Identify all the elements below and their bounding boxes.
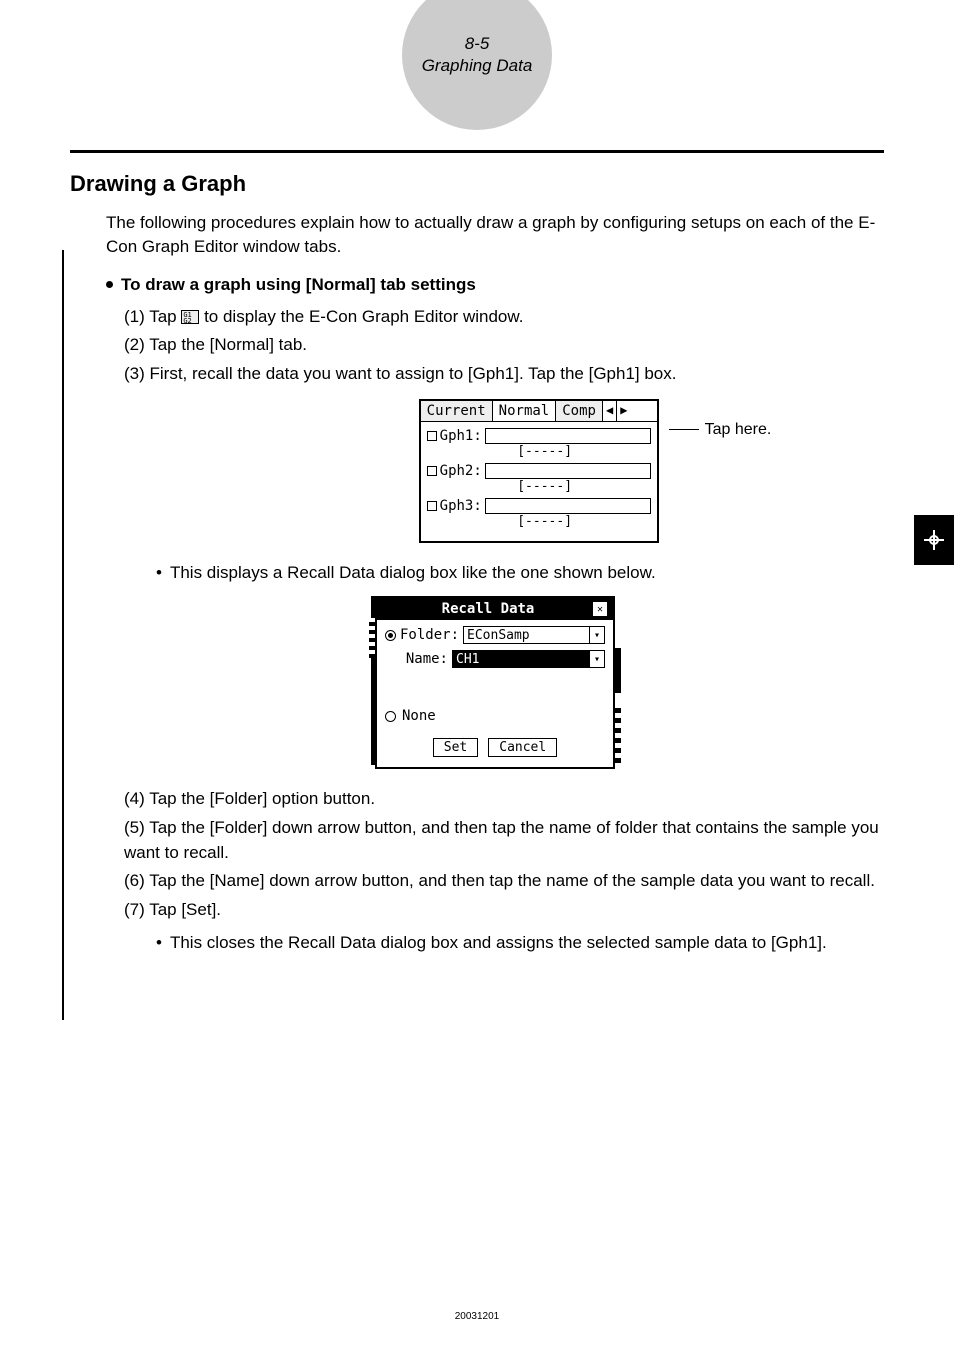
gph1-label: Gph1: [440,428,482,444]
gph1-placeholder: [-----] [439,444,651,459]
footer-document-id: 20031201 [0,1311,954,1322]
step-3: (3) First, recall the data you want to a… [124,362,884,387]
dialog-decoration-left [369,618,375,658]
step-6: (6) Tap the [Name] down arrow button, an… [124,869,884,894]
cancel-button[interactable]: Cancel [488,738,557,757]
step-7-note-text: This closes the Recall Data dialog box a… [170,931,827,955]
chapter-title: Graphing Data [422,55,533,77]
dialog-title: Recall Data [383,601,593,617]
step-2: (2) Tap the [Normal] tab. [124,333,884,358]
page-header-circle: 8-5 Graphing Data [402,0,552,130]
step-3-note-text: This displays a Recall Data dialog box l… [170,561,656,585]
tab-normal[interactable]: Normal [493,401,557,421]
gph3-input[interactable] [485,498,651,514]
gph2-input[interactable] [485,463,651,479]
chevron-down-icon[interactable]: ▾ [589,627,604,643]
gph1-checkbox[interactable] [427,431,437,441]
subheading-text: To draw a graph using [Normal] tab setti… [121,275,476,295]
step-5: (5) Tap the [Folder] down arrow button, … [124,816,884,865]
callout-tap-here: Tap here. [669,421,772,439]
page-number: 8-5 [465,33,490,55]
section-title: Drawing a Graph [70,171,884,197]
step-3-note: • This displays a Recall Data dialog box… [156,561,884,585]
gph1-input[interactable] [485,428,651,444]
tab-nav-right[interactable]: ▶ [617,401,630,421]
name-label: Name: [400,651,448,667]
close-icon[interactable]: ✕ [593,602,607,616]
folder-value: EConSamp [467,628,530,643]
procedure-guide-bar [62,250,64,1020]
step-1: (1) Tap G1G2 to display the E-Con Graph … [124,305,884,330]
callout-leader-line [669,429,699,430]
tab-current[interactable]: Current [421,401,493,421]
intro-paragraph: The following procedures explain how to … [106,211,884,259]
name-value: CH1 [456,652,479,667]
step-4: (4) Tap the [Folder] option button. [124,787,884,812]
bullet-icon [106,281,113,288]
step-7-note: • This closes the Recall Data dialog box… [156,931,884,955]
name-select[interactable]: CH1 ▾ [452,650,605,668]
folder-select[interactable]: EConSamp ▾ [463,626,605,644]
subheading-row: To draw a graph using [Normal] tab setti… [106,275,884,295]
graph-editor-icon: G1G2 [181,310,199,324]
step-1-post: to display the E-Con Graph Editor window… [204,307,523,326]
gph2-label: Gph2: [440,463,482,479]
chevron-down-icon[interactable]: ▾ [589,651,604,667]
tab-nav-left[interactable]: ◀ [603,401,617,421]
none-radio[interactable] [385,711,396,722]
dialog-decoration-right-top [615,648,621,693]
dialog-decoration-right-bottom [615,703,621,763]
gph3-placeholder: [-----] [439,514,651,529]
figure-tabs-box: Current Normal Comp ◀ ▶ Gph1: [-----] [106,399,884,543]
callout-text: Tap here. [705,421,772,439]
gph3-label: Gph3: [440,498,482,514]
gph2-checkbox[interactable] [427,466,437,476]
step-1-pre: (1) Tap [124,307,181,326]
folder-label: Folder: [400,627,459,643]
folder-radio[interactable] [385,630,396,641]
figure-recall-dialog: Recall Data ✕ Folder: EConSamp ▾ Name: [106,596,884,769]
set-button[interactable]: Set [433,738,478,757]
gph2-placeholder: [-----] [439,479,651,494]
section-rule [70,150,884,153]
gph3-checkbox[interactable] [427,501,437,511]
tab-comp[interactable]: Comp [556,401,603,421]
none-label: None [402,708,436,724]
step-7: (7) Tap [Set]. [124,898,884,923]
